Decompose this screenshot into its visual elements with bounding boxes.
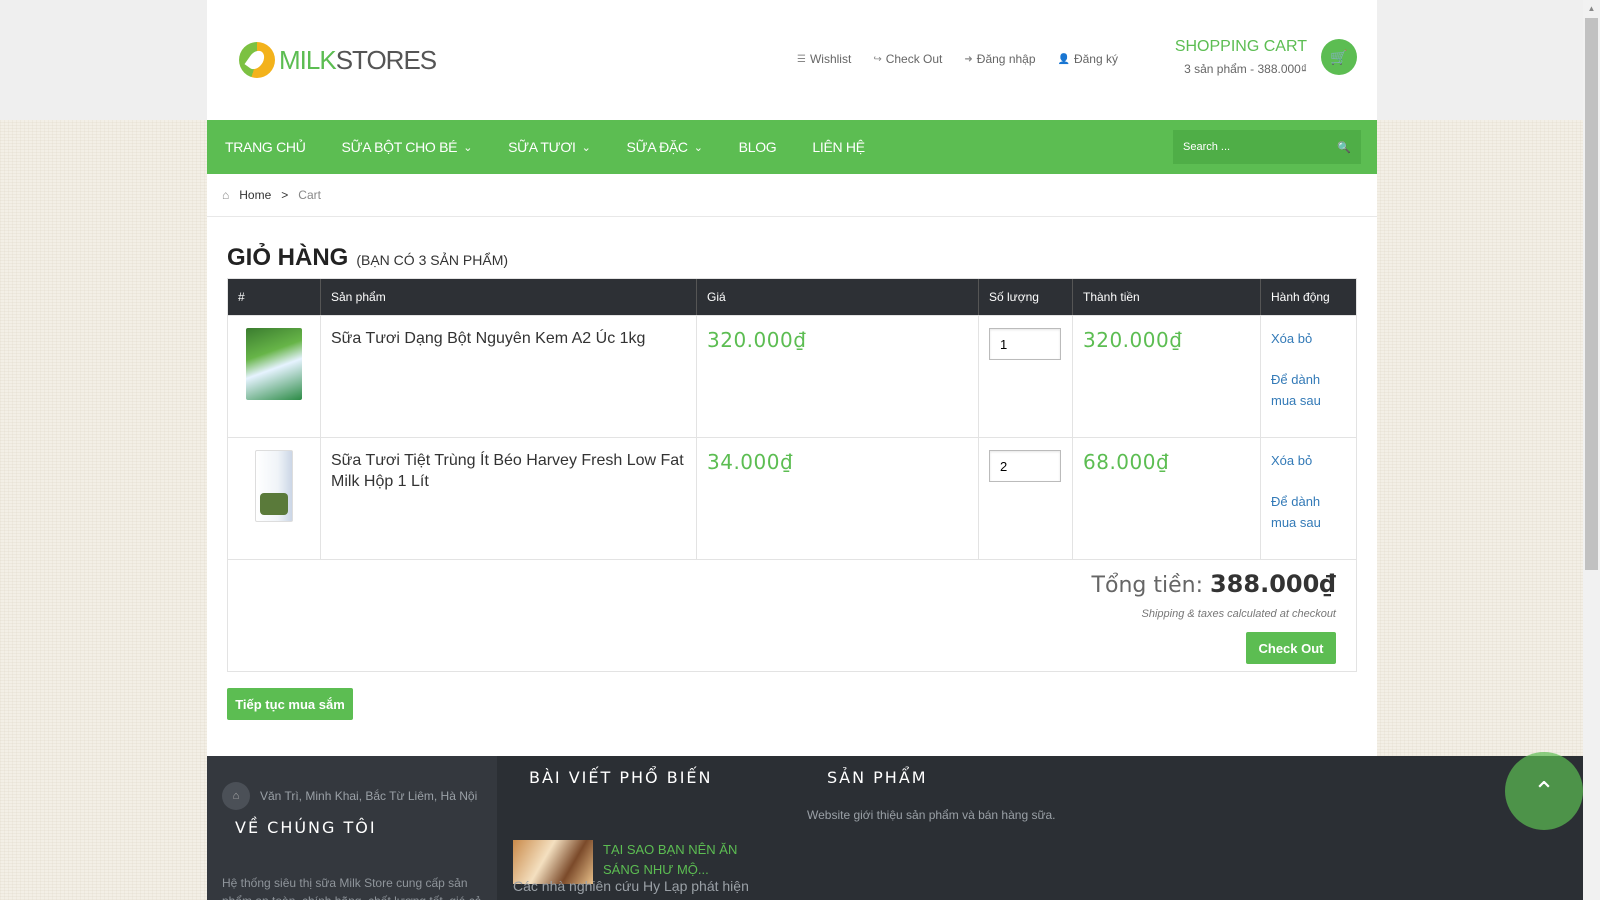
cart-count: (BẠN CÓ 3 SẢN PHẨM) (356, 252, 509, 268)
col-action: Hành động (1271, 290, 1330, 304)
list-icon: ☰ (797, 53, 806, 65)
shipping-note: Shipping & taxes calculated at checkout (1141, 608, 1336, 620)
cart-footer: Tổng tiền: 388.000₫ Shipping & taxes cal… (228, 559, 1356, 671)
col-price: Giá (697, 279, 979, 315)
product-image[interactable] (255, 450, 293, 522)
top-links: ☰ Wishlist ↪ Check Out ➜ Đăng nhập 👤 Đăng ký (797, 52, 1118, 66)
product-price: 34.000₫ (707, 450, 794, 474)
save-for-later-link[interactable]: Để dành mua sau (1271, 491, 1346, 533)
quantity-input[interactable] (989, 328, 1061, 360)
page-title: GIỎ HÀNG (BẠN CÓ 3 SẢN PHẨM) (227, 244, 508, 272)
checkout-button[interactable]: Check Out (1246, 632, 1336, 664)
continue-shopping-button[interactable]: Tiếp tục mua sắm (227, 688, 353, 720)
search-icon[interactable]: 🔍 (1337, 141, 1351, 154)
table-row: Sữa Tươi Tiệt Trùng Ít Béo Harvey Fresh … (228, 437, 1356, 559)
footer-address: ⌂ Văn Trì, Minh Khai, Bắc Từ Liêm, Hà Nộ… (222, 782, 477, 810)
breadcrumb-current: Cart (298, 188, 321, 202)
chevron-down-icon: ⌄ (463, 141, 473, 154)
search-input[interactable] (1183, 141, 1323, 153)
cart-total: Tổng tiền: 388.000₫ (1091, 570, 1336, 598)
col-quantity: Số lượng (979, 279, 1073, 315)
main-nav: TRANG CHỦ SỮA BỘT CHO BÉ ⌄ SỮA TƯƠI ⌄ SỮA … (207, 120, 1377, 174)
chevron-down-icon: ⌄ (581, 141, 591, 154)
breadcrumb: ⌂ Home > Cart (222, 188, 321, 202)
chevron-up-icon: ⌃ (1533, 775, 1555, 806)
about-heading: VỀ CHÚNG TÔI (235, 818, 377, 837)
scrollbar-thumb[interactable] (1585, 18, 1598, 570)
cart-heading: GIỎ HÀNG (227, 244, 349, 271)
site-footer: ⌂ Văn Trì, Minh Khai, Bắc Từ Liêm, Hà Nộ… (207, 756, 1583, 900)
scroll-to-top-button[interactable]: ⌃ (1505, 752, 1583, 830)
col-index: # (228, 279, 321, 315)
nav-item-powdered-milk[interactable]: SỮA BỘT CHO BÉ ⌄ (324, 120, 491, 174)
product-price: 320.000₫ (707, 328, 807, 352)
save-for-later-link[interactable]: Để dành mua sau (1271, 369, 1346, 411)
logo-text-left: MILK (279, 44, 337, 75)
table-row: Sữa Tươi Dạng Bột Nguyên Kem A2 Úc 1kg 3… (228, 315, 1356, 437)
nav-item-condensed-milk[interactable]: SỮA ĐẶC ⌄ (609, 120, 721, 174)
shopping-cart-widget[interactable]: SHOPPING CART 3 sản phẩm - 388.000₫ 🛒 (1175, 38, 1357, 76)
register-link[interactable]: 👤 Đăng ký (1058, 52, 1118, 66)
product-image[interactable] (246, 328, 302, 400)
post-excerpt: Các nhà nghiên cứu Hy Lạp phát hiện (513, 878, 749, 894)
posts-heading: BÀI VIẾT PHỔ BIẾN (529, 768, 713, 787)
scroll-up-arrow-icon[interactable]: ▲ (1583, 0, 1600, 17)
logo-text-right: STORES (335, 44, 437, 75)
cart-table: # Sản phẩm Giá Số lượng Thành tiền Hành … (227, 278, 1357, 672)
nav-item-home[interactable]: TRANG CHỦ (207, 120, 324, 174)
about-text: Hệ thống siêu thị sữa Milk Store cung cấ… (222, 876, 481, 900)
quantity-input[interactable] (989, 450, 1061, 482)
product-name[interactable]: Sữa Tươi Tiệt Trùng Ít Béo Harvey Fresh … (331, 450, 686, 492)
checkout-link[interactable]: ↪ Check Out (873, 52, 942, 66)
wishlist-link[interactable]: ☰ Wishlist (797, 52, 851, 66)
nav-item-fresh-milk[interactable]: SỮA TƯƠI ⌄ (490, 120, 608, 174)
col-product: Sản phẩm (321, 279, 697, 315)
user-plus-icon: 👤 (1057, 53, 1070, 65)
divider (207, 216, 1377, 217)
products-text: Website giới thiệu sản phẩm và bán hàng … (807, 808, 1056, 822)
remove-link[interactable]: Xóa bỏ (1271, 450, 1346, 471)
remove-link[interactable]: Xóa bỏ (1271, 328, 1346, 349)
cart-summary: 3 sản phẩm - 388.000₫ (1184, 62, 1307, 76)
logo-mark-icon (239, 42, 275, 78)
table-header: # Sản phẩm Giá Số lượng Thành tiền Hành … (228, 279, 1356, 315)
breadcrumb-home[interactable]: Home (239, 188, 271, 202)
share-icon: ↪ (873, 53, 882, 65)
line-subtotal: 320.000₫ (1083, 328, 1183, 352)
nav-item-contact[interactable]: LIÊN HỆ (794, 120, 882, 174)
search-box: 🔍 (1173, 130, 1361, 164)
nav-item-blog[interactable]: BLOG (721, 120, 795, 174)
products-heading: SẢN PHẨM (827, 768, 928, 787)
breadcrumb-separator: > (281, 188, 289, 202)
cart-icon[interactable]: 🛒 (1321, 39, 1357, 75)
product-name[interactable]: Sữa Tươi Dạng Bột Nguyên Kem A2 Úc 1kg (331, 328, 686, 349)
scrollbar[interactable]: ▲ (1583, 0, 1600, 900)
main-container: MILKSTORES ☰ Wishlist ↪ Check Out ➜ Đăng nh… (207, 0, 1377, 756)
home-icon: ⌂ (222, 188, 230, 202)
cart-title: SHOPPING CART (1174, 38, 1307, 55)
logo[interactable]: MILKSTORES (239, 40, 437, 80)
total-value: 388.000₫ (1209, 570, 1336, 598)
chevron-down-icon: ⌄ (693, 141, 703, 154)
line-subtotal: 68.000₫ (1083, 450, 1170, 474)
home-icon: ⌂ (222, 782, 250, 810)
sign-in-icon: ➜ (964, 53, 973, 65)
col-subtotal: Thành tiền (1073, 279, 1261, 315)
login-link[interactable]: ➜ Đăng nhập (964, 52, 1035, 66)
